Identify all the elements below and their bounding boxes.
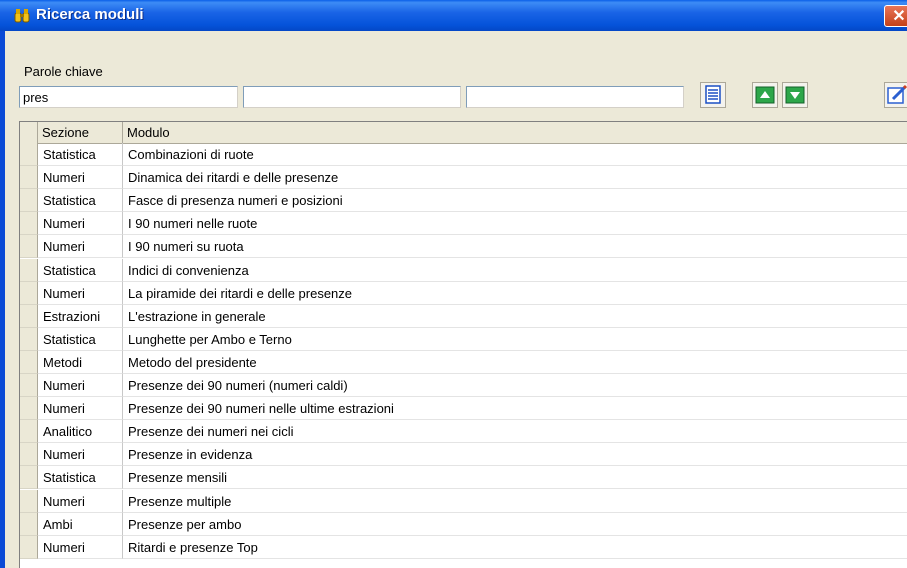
- cell-sezione[interactable]: Numeri: [38, 166, 123, 190]
- title-bar[interactable]: Ricerca moduli ✕: [0, 0, 907, 31]
- cell-modulo[interactable]: Combinazioni di ruote: [123, 143, 907, 166]
- cell-sezione[interactable]: Numeri: [38, 235, 123, 259]
- row-selector[interactable]: [20, 189, 38, 213]
- cell-sezione[interactable]: Analitico: [38, 420, 123, 444]
- table-row[interactable]: Statistica Combinazioni di ruote: [20, 143, 907, 166]
- cell-sezione[interactable]: Numeri: [38, 443, 123, 467]
- cell-modulo[interactable]: Presenze dei 90 numeri (numeri caldi): [123, 374, 907, 397]
- cell-modulo[interactable]: Ritardi e presenze Top: [123, 536, 907, 559]
- row-selector[interactable]: [20, 281, 38, 305]
- row-selector[interactable]: [20, 420, 38, 444]
- cell-sezione[interactable]: Statistica: [38, 143, 123, 166]
- table-row[interactable]: Numeri La piramide dei ritardi e delle pr…: [20, 281, 907, 305]
- cell-sezione[interactable]: Statistica: [38, 327, 123, 351]
- window-border: [0, 31, 5, 568]
- table-row[interactable]: Statistica Fasce di presenza numeri e pos…: [20, 189, 907, 213]
- cell-sezione[interactable]: Statistica: [38, 466, 123, 490]
- cell-sezione[interactable]: Numeri: [38, 535, 123, 559]
- row-selector[interactable]: [20, 512, 38, 536]
- search-modules-window: Ricerca moduli ✕ Parole chiave pres Sezi…: [0, 0, 907, 568]
- row-selector[interactable]: [20, 166, 38, 190]
- cell-modulo[interactable]: Lunghette per Ambo e Terno: [123, 328, 907, 351]
- cell-modulo[interactable]: I 90 numeri nelle ruote: [123, 212, 907, 236]
- cell-modulo[interactable]: Presenze dei numeri nei cicli: [123, 420, 907, 444]
- row-selector[interactable]: [20, 535, 38, 559]
- cell-sezione[interactable]: Metodi: [38, 350, 123, 374]
- cell-modulo[interactable]: Presenze in evidenza: [123, 443, 907, 467]
- cell-sezione[interactable]: Numeri: [38, 281, 123, 305]
- cell-sezione[interactable]: Statistica: [38, 189, 123, 213]
- move-down-button[interactable]: [782, 82, 808, 108]
- cell-sezione[interactable]: Numeri: [38, 374, 123, 397]
- cell-sezione[interactable]: Ambi: [38, 512, 123, 536]
- row-selector[interactable]: [20, 466, 38, 490]
- cell-modulo[interactable]: L'estrazione in generale: [123, 305, 907, 328]
- table-row[interactable]: Statistica Indici di convenienza: [20, 258, 907, 282]
- column-header-modulo[interactable]: Modulo: [123, 122, 907, 143]
- arrow-up-icon: [755, 86, 775, 104]
- cell-modulo[interactable]: Fasce di presenza numeri e posizioni: [123, 189, 907, 213]
- row-selector[interactable]: [20, 304, 38, 328]
- row-selector[interactable]: [20, 374, 38, 397]
- table-row[interactable]: Ambi Presenze per ambo: [20, 512, 907, 536]
- move-up-button[interactable]: [752, 82, 778, 108]
- list-button[interactable]: [700, 82, 726, 108]
- row-selector[interactable]: [20, 143, 38, 166]
- row-selector[interactable]: [20, 350, 38, 374]
- table-row[interactable]: Numeri Presenze multiple: [20, 489, 907, 513]
- cell-modulo[interactable]: I 90 numeri su ruota: [123, 235, 907, 259]
- cell-sezione[interactable]: Numeri: [38, 397, 123, 421]
- edit-icon: [887, 84, 907, 104]
- edit-button[interactable]: [884, 82, 907, 108]
- row-selector[interactable]: [20, 327, 38, 351]
- keyword-field-2[interactable]: [243, 86, 461, 108]
- table-row[interactable]: Estrazioni L'estrazione in generale: [20, 304, 907, 328]
- modules-table[interactable]: Sezione Modulo Statistica Combinazioni di…: [19, 121, 907, 568]
- cell-modulo[interactable]: Presenze dei 90 numeri nelle ultime estr…: [123, 397, 907, 421]
- table-row[interactable]: Metodi Metodo del presidente: [20, 350, 907, 374]
- window-title: Ricerca moduli: [36, 6, 144, 23]
- cell-sezione[interactable]: Statistica: [38, 258, 123, 282]
- table-row[interactable]: Numeri Presenze in evidenza: [20, 443, 907, 467]
- keywords-label: Parole chiave: [24, 64, 103, 79]
- row-selector[interactable]: [20, 489, 38, 513]
- table-row[interactable]: Statistica Lunghette per Ambo e Terno: [20, 327, 907, 351]
- column-header-sezione[interactable]: Sezione: [38, 122, 123, 143]
- cell-sezione[interactable]: Numeri: [38, 212, 123, 236]
- list-icon: [705, 85, 721, 104]
- arrow-down-icon: [785, 86, 805, 104]
- binoculars-icon: [14, 9, 30, 23]
- cell-modulo[interactable]: Dinamica dei ritardi e delle presenze: [123, 166, 907, 190]
- table-row[interactable]: Analitico Presenze dei numeri nei cicli: [20, 420, 907, 444]
- keyword-field-3[interactable]: [466, 86, 684, 108]
- table-row[interactable]: Numeri Dinamica dei ritardi e delle prese…: [20, 166, 907, 190]
- cell-modulo[interactable]: Indici di convenienza: [123, 259, 907, 282]
- row-selector[interactable]: [20, 443, 38, 467]
- row-selector[interactable]: [20, 258, 38, 282]
- row-selector[interactable]: [20, 235, 38, 259]
- table-row[interactable]: Numeri I 90 numeri su ruota: [20, 235, 907, 259]
- row-selector[interactable]: [20, 212, 38, 236]
- table-row[interactable]: Numeri Presenze dei 90 numeri (numeri cal…: [20, 374, 907, 397]
- row-selector[interactable]: [20, 397, 38, 421]
- cell-modulo[interactable]: Presenze mensili: [123, 466, 907, 490]
- cell-sezione[interactable]: Numeri: [38, 489, 123, 513]
- keyword-field-1[interactable]: pres: [19, 86, 238, 108]
- table-header: Sezione Modulo: [20, 122, 907, 144]
- table-row[interactable]: Numeri Ritardi e presenze Top: [20, 535, 907, 559]
- cell-modulo[interactable]: Presenze multiple: [123, 490, 907, 513]
- table-row[interactable]: Statistica Presenze mensili: [20, 466, 907, 490]
- close-button[interactable]: ✕: [884, 5, 907, 27]
- table-row[interactable]: Numeri I 90 numeri nelle ruote: [20, 212, 907, 236]
- cell-modulo[interactable]: Metodo del presidente: [123, 351, 907, 374]
- cell-modulo[interactable]: La piramide dei ritardi e delle presenze: [123, 282, 907, 305]
- cell-modulo[interactable]: Presenze per ambo: [123, 513, 907, 536]
- header-selector: [20, 122, 38, 143]
- cell-sezione[interactable]: Estrazioni: [38, 304, 123, 328]
- table-row[interactable]: Numeri Presenze dei 90 numeri nelle ultim…: [20, 397, 907, 421]
